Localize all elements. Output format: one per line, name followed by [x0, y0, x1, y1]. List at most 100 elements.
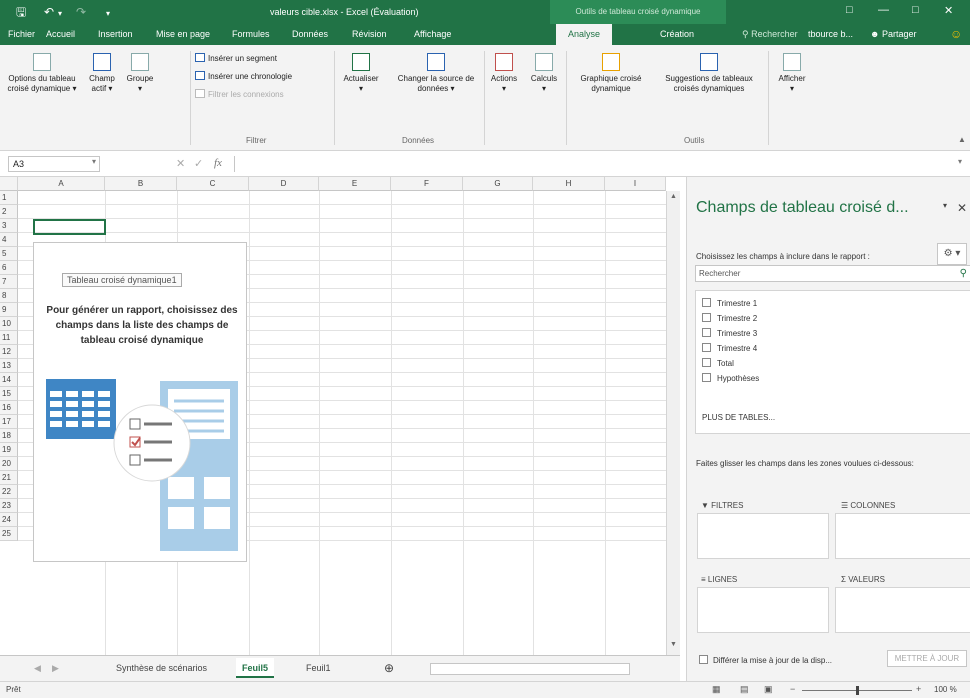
insert-function-icon[interactable]: fx [214, 157, 222, 169]
active-field-button[interactable]: Champ actif ▾ [84, 53, 120, 94]
field-checkbox-hypotheses[interactable]: Hypothèses [702, 373, 759, 383]
row-header[interactable]: 11 [0, 331, 18, 345]
column-header-c[interactable]: C [177, 177, 249, 191]
field-search-input[interactable]: Rechercher ⚲ [695, 265, 970, 282]
select-all-corner[interactable] [0, 177, 18, 191]
field-checkbox-trimestre-3[interactable]: Trimestre 3 [702, 328, 757, 338]
row-header[interactable]: 6 [0, 261, 18, 275]
row-header[interactable]: 1 [0, 191, 18, 205]
calculations-button[interactable]: Calculs ▾ [526, 53, 562, 94]
tab-review[interactable]: Révision [352, 24, 387, 45]
group-button[interactable]: Groupe ▾ [122, 53, 158, 94]
row-header[interactable]: 25 [0, 527, 18, 541]
zoom-slider-thumb[interactable] [856, 686, 859, 695]
sheet-tab-feuil1[interactable]: Feuil1 [300, 658, 337, 678]
filter-connections-button[interactable]: Filtrer les connexions [195, 89, 284, 100]
normal-view-icon[interactable]: ▦ [712, 684, 721, 695]
row-header[interactable]: 22 [0, 485, 18, 499]
row-header[interactable]: 21 [0, 471, 18, 485]
redo-icon[interactable]: ↷ [76, 5, 86, 19]
row-header[interactable]: 12 [0, 345, 18, 359]
new-sheet-icon[interactable]: ⊕ [378, 658, 400, 678]
page-break-view-icon[interactable]: ▣ [764, 684, 773, 695]
row-header[interactable]: 16 [0, 401, 18, 415]
tell-me-box[interactable]: ⚲ Rechercher [742, 24, 798, 45]
tab-view[interactable]: Affichage [414, 24, 451, 45]
undo-dropdown-icon[interactable]: ▾ [58, 7, 62, 21]
tab-page-layout[interactable]: Mise en page [156, 24, 210, 45]
share-button[interactable]: ☻ Partager [870, 24, 917, 45]
field-checkbox-trimestre-2[interactable]: Trimestre 2 [702, 313, 757, 323]
name-box[interactable]: A3 [8, 156, 100, 172]
update-button[interactable]: METTRE À JOUR [887, 650, 967, 667]
customize-qat-icon[interactable]: ▾ [106, 7, 110, 21]
row-header[interactable]: 2 [0, 205, 18, 219]
user-account[interactable]: tbource b... [808, 24, 853, 45]
confirm-formula-icon[interactable]: ✓ [194, 157, 203, 170]
refresh-button[interactable]: Actualiser ▾ [338, 53, 384, 94]
field-checkbox-total[interactable]: Total [702, 358, 734, 368]
row-header[interactable]: 14 [0, 373, 18, 387]
save-icon[interactable]: 🖫 [16, 5, 26, 19]
row-header[interactable]: 17 [0, 415, 18, 429]
recommended-pivots-button[interactable]: Suggestions de tableaux croisés dynamiqu… [654, 53, 764, 94]
minimize-icon[interactable]: — [878, 4, 889, 16]
page-layout-view-icon[interactable]: ▤ [740, 684, 749, 695]
column-header-d[interactable]: D [249, 177, 319, 191]
expand-formula-bar-icon[interactable]: ▾ [958, 157, 962, 166]
scroll-down-icon[interactable]: ▼ [670, 641, 677, 648]
undo-icon[interactable]: ↶ [44, 5, 54, 19]
tab-design[interactable]: Création [660, 24, 694, 45]
maximize-icon[interactable]: □ [912, 4, 919, 16]
actions-button[interactable]: Actions ▾ [486, 53, 522, 94]
row-header[interactable]: 20 [0, 457, 18, 471]
collapse-ribbon-icon[interactable]: ▲ [958, 135, 966, 144]
zoom-level[interactable]: 100 % [934, 685, 957, 694]
row-header[interactable]: 5 [0, 247, 18, 261]
zoom-in-icon[interactable]: + [916, 684, 921, 694]
column-header-i[interactable]: I [605, 177, 666, 191]
sheet-tab-scenarios[interactable]: Synthèse de scénarios [110, 658, 213, 678]
row-header[interactable]: 3 [0, 219, 18, 233]
field-checkbox-trimestre-1[interactable]: Trimestre 1 [702, 298, 757, 308]
column-header-b[interactable]: B [105, 177, 177, 191]
pivot-chart-button[interactable]: Graphique croisé dynamique [568, 53, 654, 94]
column-header-g[interactable]: G [463, 177, 533, 191]
show-button[interactable]: Afficher ▾ [772, 53, 812, 94]
row-header[interactable]: 15 [0, 387, 18, 401]
row-header[interactable]: 23 [0, 499, 18, 513]
cancel-formula-icon[interactable]: ✕ [176, 157, 185, 170]
formula-input[interactable] [234, 156, 962, 172]
row-header[interactable]: 7 [0, 275, 18, 289]
vertical-scrollbar[interactable]: ▲ ▼ [666, 191, 680, 655]
change-source-button[interactable]: Changer la source de données ▾ [388, 53, 484, 94]
layout-options-gear-button[interactable]: ⚙ ▾ [937, 243, 967, 265]
pivot-options-button[interactable]: Options du tableau croisé dynamique ▾ [2, 53, 82, 94]
row-header[interactable]: 9 [0, 303, 18, 317]
filters-drop-zone[interactable] [697, 513, 829, 559]
tab-analyze[interactable]: Analyse [556, 24, 613, 45]
row-header[interactable]: 18 [0, 429, 18, 443]
tab-insert[interactable]: Insertion [98, 24, 133, 45]
column-header-h[interactable]: H [533, 177, 605, 191]
insert-timeline-button[interactable]: Insérer une chronologie [195, 71, 292, 82]
column-header-a[interactable]: A [18, 177, 105, 191]
sheet-nav-next-icon[interactable]: ▶ [46, 658, 65, 678]
row-header[interactable]: 8 [0, 289, 18, 303]
feedback-smiley-icon[interactable]: ☺ [950, 24, 962, 45]
scroll-up-icon[interactable]: ▲ [670, 193, 677, 200]
tab-data[interactable]: Données [292, 24, 328, 45]
row-header[interactable]: 24 [0, 513, 18, 527]
zoom-out-icon[interactable]: − [790, 684, 795, 694]
sheet-tab-feuil5[interactable]: Feuil5 [236, 658, 275, 678]
tab-formulas[interactable]: Formules [232, 24, 270, 45]
more-tables-link[interactable]: PLUS DE TABLES... [702, 413, 775, 422]
selected-cell-a3[interactable] [33, 219, 106, 235]
tab-home[interactable]: Accueil [46, 24, 75, 45]
row-header[interactable]: 13 [0, 359, 18, 373]
rows-drop-zone[interactable] [697, 587, 829, 633]
row-header[interactable]: 19 [0, 443, 18, 457]
tab-file[interactable]: Fichier [8, 24, 35, 45]
sheet-nav-prev-icon[interactable]: ◀ [28, 658, 47, 678]
values-drop-zone[interactable] [835, 587, 970, 633]
